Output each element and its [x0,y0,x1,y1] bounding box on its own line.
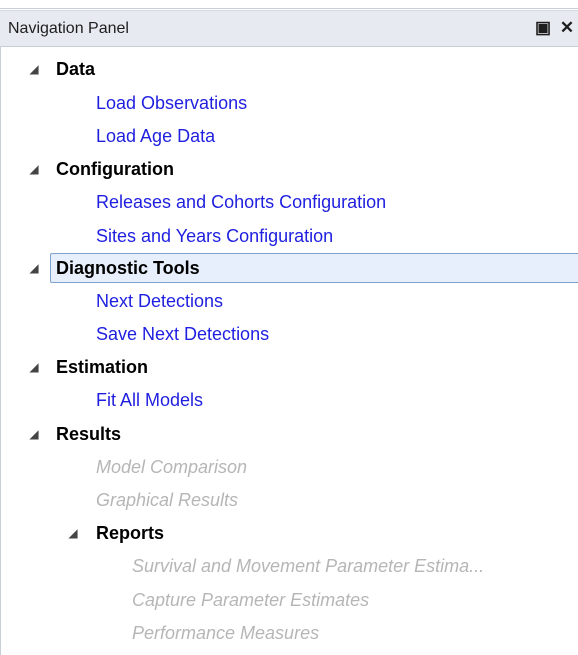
tree-item-fit-all-models[interactable]: Fit All Models [96,384,203,416]
tree-item-save-next-detections[interactable]: Save Next Detections [96,318,269,350]
collapse-arrow-icon[interactable]: ◢ [27,53,41,85]
close-icon[interactable]: ✕ [558,17,576,39]
tree-item-graphical-results: Graphical Results [96,490,239,510]
panel-title: Navigation Panel [8,20,129,37]
restore-window-icon[interactable]: ▣ [535,17,551,39]
navigation-panel: Navigation Panel ▣ ✕ ◢ Data Load Observa… [0,0,578,655]
tree-group-reports[interactable]: Reports [96,517,164,549]
tree-item-sites-years[interactable]: Sites and Years Configuration [96,220,333,252]
tree-group-data[interactable]: Data [56,53,95,85]
tree-item-performance-measures: Performance Measures [132,623,320,643]
tree-item-capture-parameter: Capture Parameter Estimates [132,590,370,610]
collapse-arrow-icon[interactable]: ◢ [27,153,41,185]
collapse-arrow-icon[interactable]: ◢ [27,418,41,450]
tree-item-next-detections[interactable]: Next Detections [96,285,223,317]
tree-item-load-observations[interactable]: Load Observations [96,87,247,119]
panel-left-border [0,46,1,655]
collapse-arrow-icon[interactable]: ◢ [27,252,41,284]
tree-group-configuration[interactable]: Configuration [56,153,174,185]
tree-item-load-age-data[interactable]: Load Age Data [96,120,215,152]
collapse-arrow-icon[interactable]: ◢ [66,517,80,549]
tree-item-releases-cohorts[interactable]: Releases and Cohorts Configuration [96,186,386,218]
tree-item-survival-movement: Survival and Movement Parameter Estima..… [132,556,485,576]
tree-item-model-comparison: Model Comparison [96,457,248,477]
collapse-arrow-icon[interactable]: ◢ [27,351,41,383]
tree-group-estimation[interactable]: Estimation [56,351,148,383]
tree-group-diagnostic-tools[interactable]: Diagnostic Tools [56,252,200,284]
panel-header: Navigation Panel ▣ ✕ [0,10,578,47]
top-strip [0,0,578,9]
tree-group-results[interactable]: Results [56,418,121,450]
